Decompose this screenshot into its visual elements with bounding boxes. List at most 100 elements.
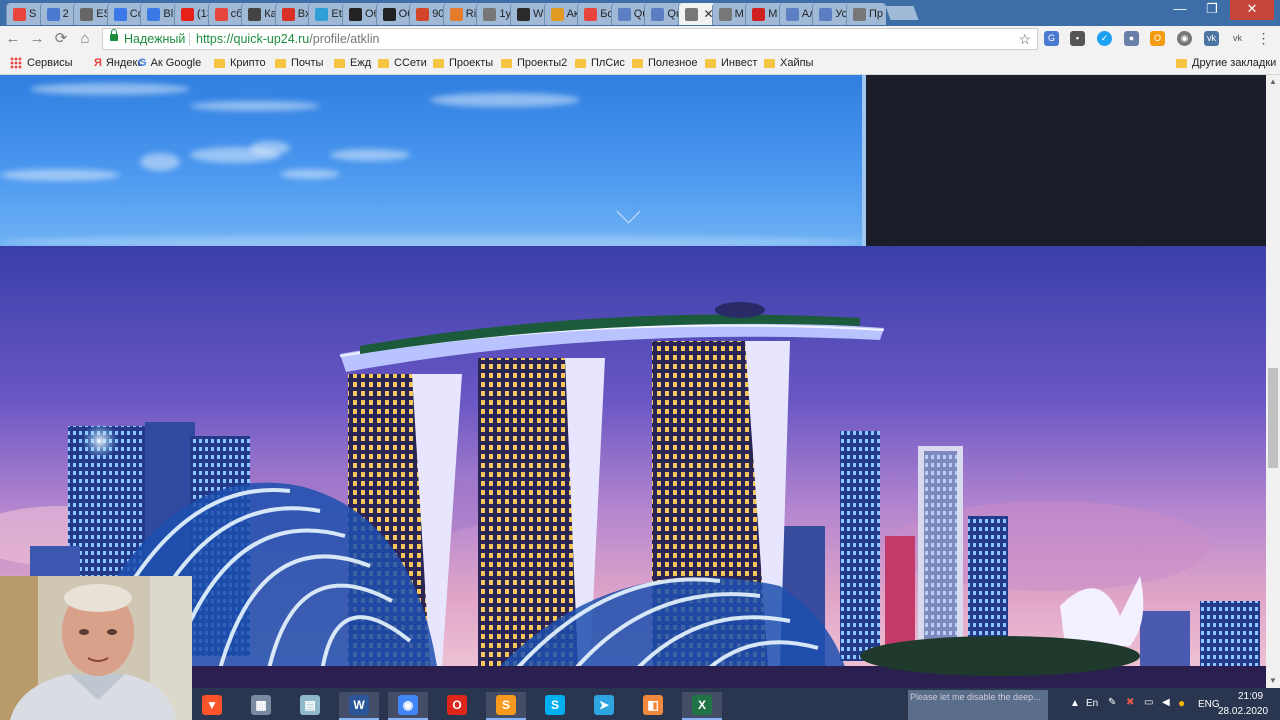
error-tray-icon[interactable]: ✖ xyxy=(1126,697,1134,708)
menu-icon[interactable]: ⋮ xyxy=(1256,31,1271,46)
youtube-icon xyxy=(181,7,194,21)
bookmark-item[interactable]: Я Яндекс xyxy=(94,55,143,71)
document-icon xyxy=(685,7,698,21)
bookmark-item[interactable]: Проекты xyxy=(433,55,493,71)
bookmark-item[interactable]: G Ак Google xyxy=(138,55,201,71)
bookmark-label: Сервисы xyxy=(27,57,73,69)
profile-extension-icon[interactable]: ● xyxy=(1124,31,1139,46)
telegram-icon: ➤ xyxy=(594,695,614,715)
reload-icon[interactable]: ⟳ xyxy=(52,30,70,48)
chat-extension-icon[interactable]: ▪ xyxy=(1070,31,1085,46)
url-path: /profile/atklin xyxy=(309,32,380,46)
url-host: https://quick-up24.ru xyxy=(196,32,310,46)
bookmark-label: Крипто xyxy=(230,57,266,69)
forward-icon[interactable]: → xyxy=(28,30,46,48)
check-extension-icon[interactable]: ✓ xyxy=(1097,31,1112,46)
tab-label: М xyxy=(734,8,744,20)
chrome-icon: ◉ xyxy=(398,695,418,715)
bookmark-item[interactable]: Ежд xyxy=(334,55,371,71)
bookmark-label: Ежд xyxy=(350,57,372,69)
taskbar-app[interactable]: ▦ xyxy=(241,692,281,718)
page-icon xyxy=(147,7,161,21)
taskbar-app[interactable]: X xyxy=(682,692,722,720)
new-tab-button[interactable] xyxy=(885,6,919,20)
presenter-video xyxy=(0,576,192,720)
bookmark-item[interactable]: Проекты2 xyxy=(501,55,567,71)
yandex-icon: Я xyxy=(94,57,102,69)
back-icon[interactable]: ← xyxy=(4,30,22,48)
clock-time[interactable]: 21:09 xyxy=(1238,691,1263,702)
browser-tab[interactable]: Пр xyxy=(846,3,886,25)
maximize-button[interactable]: ❐ xyxy=(1196,0,1228,20)
keyboard-layout[interactable]: ENG xyxy=(1198,699,1220,710)
minimize-button[interactable]: — xyxy=(1164,0,1196,20)
text-icon xyxy=(80,7,94,21)
lock-icon xyxy=(110,29,118,41)
folder-icon xyxy=(433,58,444,68)
taskbar-app[interactable]: S xyxy=(486,692,526,720)
bookmark-item[interactable]: Крипто xyxy=(214,55,266,71)
other-bookmarks[interactable]: Другие закладки xyxy=(1176,55,1276,71)
bc-icon xyxy=(349,7,362,21)
odnoklassniki-icon[interactable]: О xyxy=(1150,31,1165,46)
pen-icon[interactable]: ✎ xyxy=(1108,697,1116,708)
google-icon: G xyxy=(138,57,147,69)
taskbar-app[interactable]: ➤ xyxy=(584,692,624,718)
scroll-down-arrow-icon[interactable]: ▼ xyxy=(1266,676,1280,686)
bookmark-item[interactable]: Хайпы xyxy=(764,55,813,71)
language-indicator[interactable]: En xyxy=(1086,698,1098,709)
wd-icon xyxy=(517,7,530,21)
tray-arrow-icon[interactable]: ▲ xyxy=(1070,698,1080,709)
translate-icon[interactable]: G xyxy=(1044,31,1059,46)
notes-icon: ▤ xyxy=(300,695,320,715)
bookmark-label: Проекты xyxy=(449,57,494,69)
taskbar-app[interactable]: O xyxy=(437,692,477,718)
taskbar-app[interactable]: ◉ xyxy=(388,692,428,720)
tab-label: W xyxy=(533,8,544,20)
person-icon xyxy=(819,7,833,21)
tab-label: S xyxy=(29,8,37,20)
folder-icon xyxy=(632,58,643,68)
person-icon xyxy=(617,7,631,21)
close-window-button[interactable]: ✕ xyxy=(1230,0,1274,20)
volume-icon[interactable]: ◀ xyxy=(1162,697,1170,708)
eye-extension-icon[interactable]: ◉ xyxy=(1177,31,1192,46)
dark-side-panel xyxy=(866,75,1266,246)
taskbar-app[interactable]: ◧ xyxy=(633,692,673,718)
taskbar-app[interactable]: ▼ xyxy=(192,692,232,718)
taskbar-app[interactable]: W xyxy=(339,692,379,720)
bookmark-label: ССети xyxy=(394,57,427,69)
bookmark-item[interactable]: Полезное xyxy=(632,55,697,71)
bookmark-label: Ак Google xyxy=(150,57,202,69)
mail-icon xyxy=(416,7,430,21)
bookmark-item[interactable]: Сервисы xyxy=(10,55,73,71)
scroll-up-arrow-icon[interactable]: ▲ xyxy=(1266,77,1280,87)
bookmark-item[interactable]: ССети xyxy=(378,55,427,71)
system-tray: ▲ En ✎ ✖ ▭ ◀ ● ENG 21:09 28.02.2020 xyxy=(1064,688,1280,720)
bookmark-item[interactable]: Почты xyxy=(275,55,323,71)
bookmark-star-icon[interactable]: ☆ xyxy=(1018,29,1031,49)
network-icon[interactable]: ▭ xyxy=(1144,697,1153,708)
taskbar-app[interactable]: ▤ xyxy=(290,692,330,718)
folder-icon xyxy=(334,58,345,68)
clock-date[interactable]: 28.02.2020 xyxy=(1218,706,1268,717)
other-bookmarks-label: Другие закладки xyxy=(1192,57,1277,69)
w-icon xyxy=(550,7,564,21)
tab-label: 2 xyxy=(62,8,69,20)
bc-icon xyxy=(382,7,396,21)
home-icon[interactable]: ⌂ xyxy=(76,30,94,48)
sublime-icon: S xyxy=(496,695,516,715)
tray-app-icon[interactable]: ● xyxy=(1178,696,1185,710)
webcam-overlay xyxy=(0,576,192,720)
taskbar-preview[interactable]: Please let me disable the deep... xyxy=(908,690,1048,720)
folder-icon xyxy=(1176,58,1187,68)
bookmark-item[interactable]: Инвест xyxy=(705,55,757,71)
vk-icon[interactable]: vk xyxy=(1204,31,1219,46)
scroll-thumb[interactable] xyxy=(1268,368,1278,468)
taskbar-app[interactable]: S xyxy=(535,692,575,718)
bookmark-item[interactable]: ПлСис xyxy=(575,55,625,71)
vk-extension-icon[interactable]: vk xyxy=(1230,31,1245,46)
browser-toolbar: ← → ⟳ ⌂ Надежный https://quick-up24.ru/p… xyxy=(0,26,1280,52)
preview-text: Please let me disable the deep... xyxy=(910,692,1041,702)
address-bar[interactable]: Надежный https://quick-up24.ru/profile/a… xyxy=(102,28,1038,50)
